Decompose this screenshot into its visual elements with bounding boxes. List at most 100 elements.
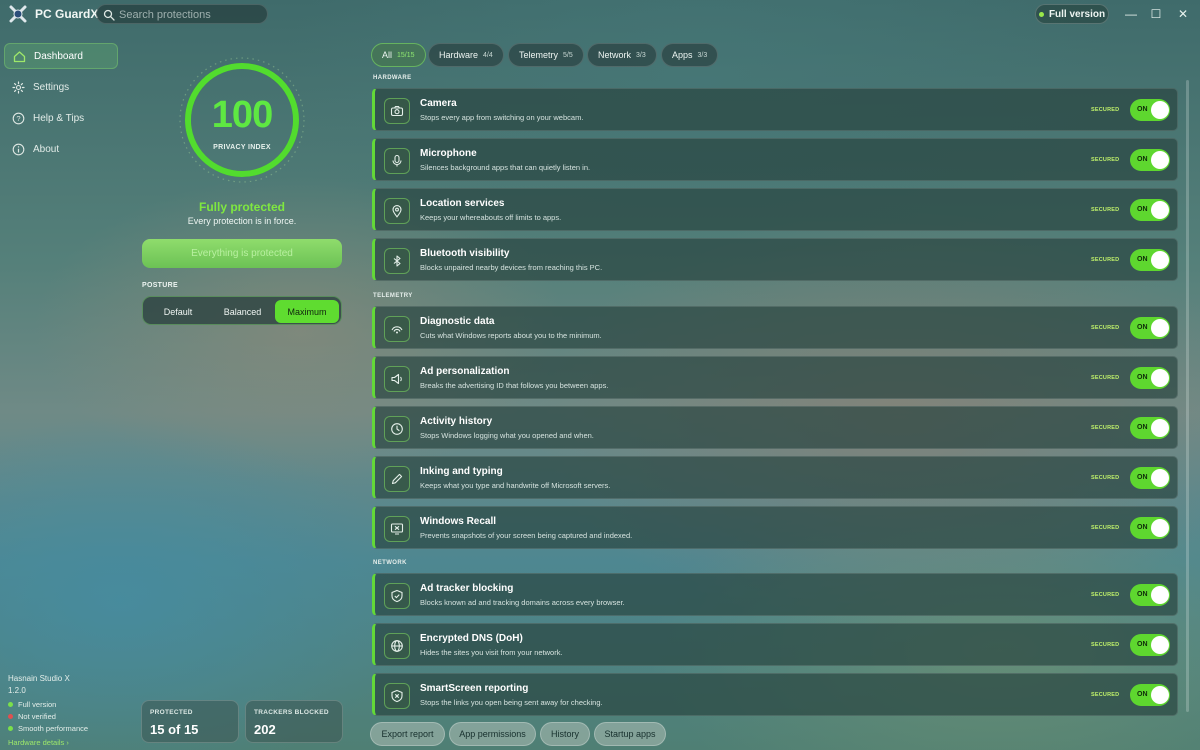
ad-personalization-toggle[interactable]: ON	[1130, 367, 1170, 389]
card-title: SmartScreen reporting	[420, 683, 529, 694]
card-title: Camera	[420, 98, 457, 109]
scrollbar[interactable]	[1186, 80, 1189, 712]
sidebar-item-about[interactable]: About	[4, 136, 118, 162]
toggle-knob	[1151, 586, 1169, 604]
card-title: Location services	[420, 198, 505, 209]
startup-apps-button[interactable]: Startup apps	[594, 722, 666, 746]
legend-dot	[8, 726, 13, 731]
bluetooth-toggle[interactable]: ON	[1130, 249, 1170, 271]
secured-badge: SECURED	[1091, 642, 1120, 648]
card-title: Bluetooth visibility	[420, 248, 510, 259]
filter-chip-apps[interactable]: Apps 3/3	[661, 43, 719, 67]
protection-card-microphone: Microphone Silences background apps that…	[372, 138, 1178, 181]
sidebar-item-help[interactable]: ? Help & Tips	[4, 105, 118, 131]
export-report-button[interactable]: Export report	[370, 722, 445, 746]
clock-icon	[384, 416, 410, 442]
stat-label: PROTECTED	[150, 709, 193, 716]
recall-toggle[interactable]: ON	[1130, 517, 1170, 539]
filter-chip-hardware[interactable]: Hardware 4/4	[428, 43, 504, 67]
protection-card-activity-history: Activity history Stops Windows logging w…	[372, 406, 1178, 449]
location-toggle[interactable]: ON	[1130, 199, 1170, 221]
help-icon: ?	[12, 112, 25, 125]
minimize-button[interactable]: —	[1120, 4, 1142, 24]
chip-label: All	[382, 50, 393, 60]
activity-history-toggle[interactable]: ON	[1130, 417, 1170, 439]
chip-count: 3/3	[636, 51, 646, 59]
stat-value: 202	[254, 722, 276, 737]
shield-check-icon	[384, 583, 410, 609]
toggle-knob	[1151, 636, 1169, 654]
toggle-label: ON	[1137, 256, 1148, 263]
signal-icon	[384, 316, 410, 342]
card-title: Ad personalization	[420, 366, 510, 377]
posture-label: POSTURE	[142, 282, 178, 289]
camera-toggle[interactable]: ON	[1130, 99, 1170, 121]
full-version-label: Full version	[1048, 8, 1106, 20]
sidebar-item-settings[interactable]: Settings	[4, 74, 118, 100]
ad-tracker-toggle[interactable]: ON	[1130, 584, 1170, 606]
card-description: Keeps what you type and handwrite off Mi…	[420, 481, 611, 490]
search-box[interactable]	[96, 4, 268, 24]
card-title: Ad tracker blocking	[420, 583, 514, 594]
sidebar-item-label: Settings	[33, 81, 70, 93]
privacy-score: 100	[211, 94, 273, 136]
sidebar-item-dashboard[interactable]: Dashboard	[4, 43, 118, 69]
studio-info: Hasnain Studio X 1.2.0	[8, 673, 70, 697]
chip-count: 15/15	[397, 51, 415, 59]
posture-maximum-button[interactable]: Maximum	[275, 300, 339, 323]
svg-text:?: ?	[16, 114, 20, 123]
protection-card-ad-tracker: Ad tracker blocking Blocks known ad and …	[372, 573, 1178, 616]
toggle-label: ON	[1137, 691, 1148, 698]
legend-label: Not verified	[18, 712, 56, 721]
posture-default-button[interactable]: Default	[146, 300, 210, 323]
secured-badge: SECURED	[1091, 475, 1120, 481]
doh-toggle[interactable]: ON	[1130, 634, 1170, 656]
everything-protected-button[interactable]: Everything is protected	[142, 239, 342, 268]
status-title: Fully protected	[198, 200, 285, 214]
diagnostic-toggle[interactable]: ON	[1130, 317, 1170, 339]
legend-label: Smooth performance	[18, 724, 89, 733]
filter-chip-all[interactable]: All 15/15	[371, 43, 426, 67]
gear-icon	[12, 80, 25, 94]
card-description: Blocks known ad and tracking domains acr…	[420, 598, 625, 607]
inking-toggle[interactable]: ON	[1130, 467, 1170, 489]
posture-balanced-button[interactable]: Balanced	[211, 300, 274, 323]
card-description: Cuts what Windows reports about you to t…	[420, 331, 602, 340]
app-permissions-button[interactable]: App permissions	[449, 722, 536, 746]
secured-badge: SECURED	[1091, 157, 1120, 163]
section-title-hardware: HARDWARE	[373, 75, 412, 81]
card-title: Activity history	[420, 416, 493, 427]
toggle-knob	[1151, 369, 1169, 387]
maximize-button[interactable]: ☐	[1145, 4, 1167, 24]
smartscreen-toggle[interactable]: ON	[1130, 684, 1170, 706]
history-button[interactable]: History	[540, 722, 590, 746]
pen-icon	[384, 466, 410, 492]
globe-icon	[384, 633, 410, 659]
microphone-icon	[384, 148, 410, 174]
toggle-knob	[1151, 469, 1169, 487]
card-description: Stops Windows logging what you opened an…	[420, 431, 594, 440]
card-title: Microphone	[420, 148, 477, 159]
secured-badge: SECURED	[1091, 592, 1120, 598]
full-version-badge[interactable]: Full version	[1035, 4, 1109, 24]
secured-badge: SECURED	[1091, 692, 1120, 698]
filter-chip-telemetry[interactable]: Telemetry 5/5	[508, 43, 584, 67]
card-title: Diagnostic data	[420, 316, 495, 327]
toggle-knob	[1151, 201, 1169, 219]
hardware-details-link[interactable]: Hardware details ›	[8, 738, 69, 747]
chip-label: Telemetry	[519, 50, 559, 60]
search-input[interactable]	[119, 7, 263, 22]
filter-chip-network[interactable]: Network 3/3	[587, 43, 657, 67]
legend-dot	[8, 714, 13, 719]
card-description: Prevents snapshots of your screen being …	[420, 531, 633, 540]
toggle-label: ON	[1137, 206, 1148, 213]
toggle-label: ON	[1137, 591, 1148, 598]
close-button[interactable]: ✕	[1172, 4, 1194, 24]
info-icon	[12, 143, 25, 156]
microphone-toggle[interactable]: ON	[1130, 149, 1170, 171]
camera-icon	[384, 98, 410, 124]
megaphone-icon	[384, 366, 410, 392]
legend-label: Full version	[18, 700, 57, 709]
protection-card-inking: Inking and typing Keeps what you type an…	[372, 456, 1178, 499]
chip-count: 3/3	[697, 51, 708, 59]
